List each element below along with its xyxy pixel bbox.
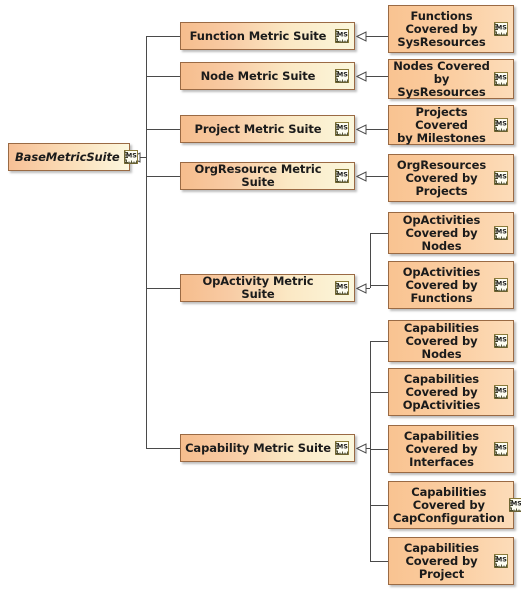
svg-text:MS: MS	[496, 444, 507, 452]
metric-suite-node-5[interactable]: Capability Metric Suite MS	[180, 434, 355, 462]
capability-branch-line-6	[370, 341, 388, 342]
capability-branch-line-8	[370, 449, 388, 450]
capability-branch-line-9	[370, 505, 388, 506]
metric-node-1[interactable]: Nodes Covered by SysResources MS	[388, 59, 514, 99]
root-trunk-line	[146, 36, 147, 448]
metric-suite-icon: MS	[122, 149, 139, 165]
svg-text:MS: MS	[496, 74, 507, 82]
opactivity-arrowhead	[356, 282, 367, 294]
metric-suite-node-3[interactable]: OrgResource Metric Suite MS	[180, 162, 355, 190]
svg-text:MS: MS	[511, 500, 521, 508]
metric-node-10-label: Capabilities Covered by Project	[403, 540, 480, 581]
suite-branch-line-2	[146, 129, 180, 130]
metric-suite-node-5-label: Capability Metric Suite	[185, 440, 331, 455]
metric-link-line-2	[365, 129, 388, 130]
metric-suite-icon: MS	[333, 28, 350, 44]
metric-suite-icon: MS	[492, 277, 509, 293]
metric-link-line-1	[365, 76, 388, 77]
svg-text:MS: MS	[496, 387, 507, 395]
metric-suite-icon: MS	[507, 497, 521, 513]
suite-branch-line-0	[146, 36, 180, 37]
svg-text:MS: MS	[496, 228, 507, 236]
svg-text:MS: MS	[496, 120, 507, 128]
metric-suite-node-1-label: Node Metric Suite	[200, 68, 316, 83]
metric-suite-icon: MS	[492, 225, 509, 241]
metric-suite-node-2[interactable]: Project Metric Suite MS	[180, 115, 355, 143]
metric-node-3-label: OrgResources Covered by Projects	[396, 157, 487, 198]
opactivity-branch-line-5	[370, 285, 388, 286]
metric-node-4-label: OpActivities Covered by Nodes	[402, 212, 481, 253]
capability-branch-line-7	[370, 392, 388, 393]
base-metric-suite-node[interactable]: BaseMetricSuite MS	[8, 143, 138, 171]
svg-text:MS: MS	[337, 443, 348, 451]
metric-node-0[interactable]: Functions Covered by SysResources MS	[388, 5, 514, 53]
svg-text:MS: MS	[496, 556, 507, 564]
metric-suite-node-1[interactable]: Node Metric Suite MS	[180, 62, 355, 90]
base-metric-suite-node-label: BaseMetricSuite	[15, 149, 120, 164]
metric-suite-node-0[interactable]: Function Metric Suite MS	[180, 22, 355, 50]
opactivity-trunk-line	[370, 233, 371, 288]
svg-text:MS: MS	[496, 336, 507, 344]
metric-link-line-0	[365, 36, 388, 37]
metric-node-10[interactable]: Capabilities Covered by Project MS	[388, 537, 514, 585]
metric-suite-icon: MS	[492, 384, 509, 400]
metric-arrowhead-1	[356, 70, 367, 82]
suite-branch-line-5	[146, 448, 180, 449]
metric-suite-icon: MS	[492, 71, 509, 87]
capability-branch-line-10	[370, 561, 388, 562]
opactivity-branch-line-4	[370, 233, 388, 234]
metric-node-8-label: Capabilities Covered by Interfaces	[403, 428, 480, 469]
metric-node-9[interactable]: Capabilities Covered by CapConfiguration…	[388, 481, 521, 529]
metric-arrowhead-3	[356, 170, 367, 182]
metric-node-3[interactable]: OrgResources Covered by Projects MS	[388, 154, 514, 202]
metric-node-9-label: Capabilities Covered by CapConfiguration	[393, 484, 505, 525]
svg-text:MS: MS	[496, 280, 507, 288]
suite-branch-line-1	[146, 76, 180, 77]
suite-branch-line-3	[146, 176, 180, 177]
diagram-canvas: BaseMetricSuite MS Function Metric Suite MS…	[0, 0, 521, 590]
svg-text:MS: MS	[337, 71, 348, 79]
metric-suite-icon: MS	[492, 553, 509, 569]
metric-suite-node-2-label: Project Metric Suite	[194, 121, 322, 136]
svg-text:MS: MS	[496, 24, 507, 32]
metric-arrowhead-2	[356, 123, 367, 135]
metric-node-7-label: Capabilities Covered by OpActivities	[402, 371, 481, 412]
metric-suite-icon: MS	[333, 280, 350, 296]
capability-arrowhead	[356, 442, 367, 454]
metric-link-line-3	[365, 176, 388, 177]
metric-node-2[interactable]: Projects Covered by Milestones MS	[388, 105, 514, 145]
metric-suite-icon: MS	[492, 170, 509, 186]
svg-text:MS: MS	[337, 124, 348, 132]
metric-node-6-label: Capabilities Covered by Nodes	[403, 320, 480, 361]
metric-node-5-label: OpActivities Covered by Functions	[402, 264, 481, 305]
metric-arrowhead-0	[356, 30, 367, 42]
metric-suite-icon: MS	[492, 441, 509, 457]
metric-node-8[interactable]: Capabilities Covered by Interfaces MS	[388, 425, 514, 473]
metric-node-1-label: Nodes Covered by SysResources	[393, 58, 490, 99]
metric-suite-icon: MS	[333, 440, 350, 456]
metric-node-7[interactable]: Capabilities Covered by OpActivities MS	[388, 368, 514, 416]
metric-suite-icon: MS	[333, 121, 350, 137]
metric-suite-icon: MS	[492, 333, 509, 349]
metric-node-2-label: Projects Covered by Milestones	[397, 104, 486, 145]
metric-node-0-label: Functions Covered by SysResources	[397, 8, 486, 49]
svg-text:MS: MS	[496, 173, 507, 181]
metric-suite-node-4[interactable]: OpActivity Metric Suite MS	[180, 274, 355, 302]
svg-text:MS: MS	[337, 171, 348, 179]
metric-suite-node-3-label: OrgResource Metric Suite	[194, 162, 322, 189]
metric-suite-icon: MS	[333, 68, 350, 84]
capability-trunk-line	[370, 341, 371, 561]
metric-suite-node-4-label: OpActivity Metric Suite	[202, 274, 314, 301]
metric-suite-icon: MS	[492, 117, 509, 133]
metric-suite-icon: MS	[333, 168, 350, 184]
suite-branch-line-4	[146, 288, 180, 289]
metric-node-6[interactable]: Capabilities Covered by Nodes MS	[388, 320, 514, 362]
svg-text:MS: MS	[337, 283, 348, 291]
metric-suite-node-0-label: Function Metric Suite	[189, 28, 327, 43]
metric-node-4[interactable]: OpActivities Covered by Nodes MS	[388, 212, 514, 254]
svg-text:MS: MS	[337, 31, 348, 39]
svg-text:MS: MS	[125, 152, 136, 160]
metric-node-5[interactable]: OpActivities Covered by Functions MS	[388, 261, 514, 309]
metric-suite-icon: MS	[492, 21, 509, 37]
